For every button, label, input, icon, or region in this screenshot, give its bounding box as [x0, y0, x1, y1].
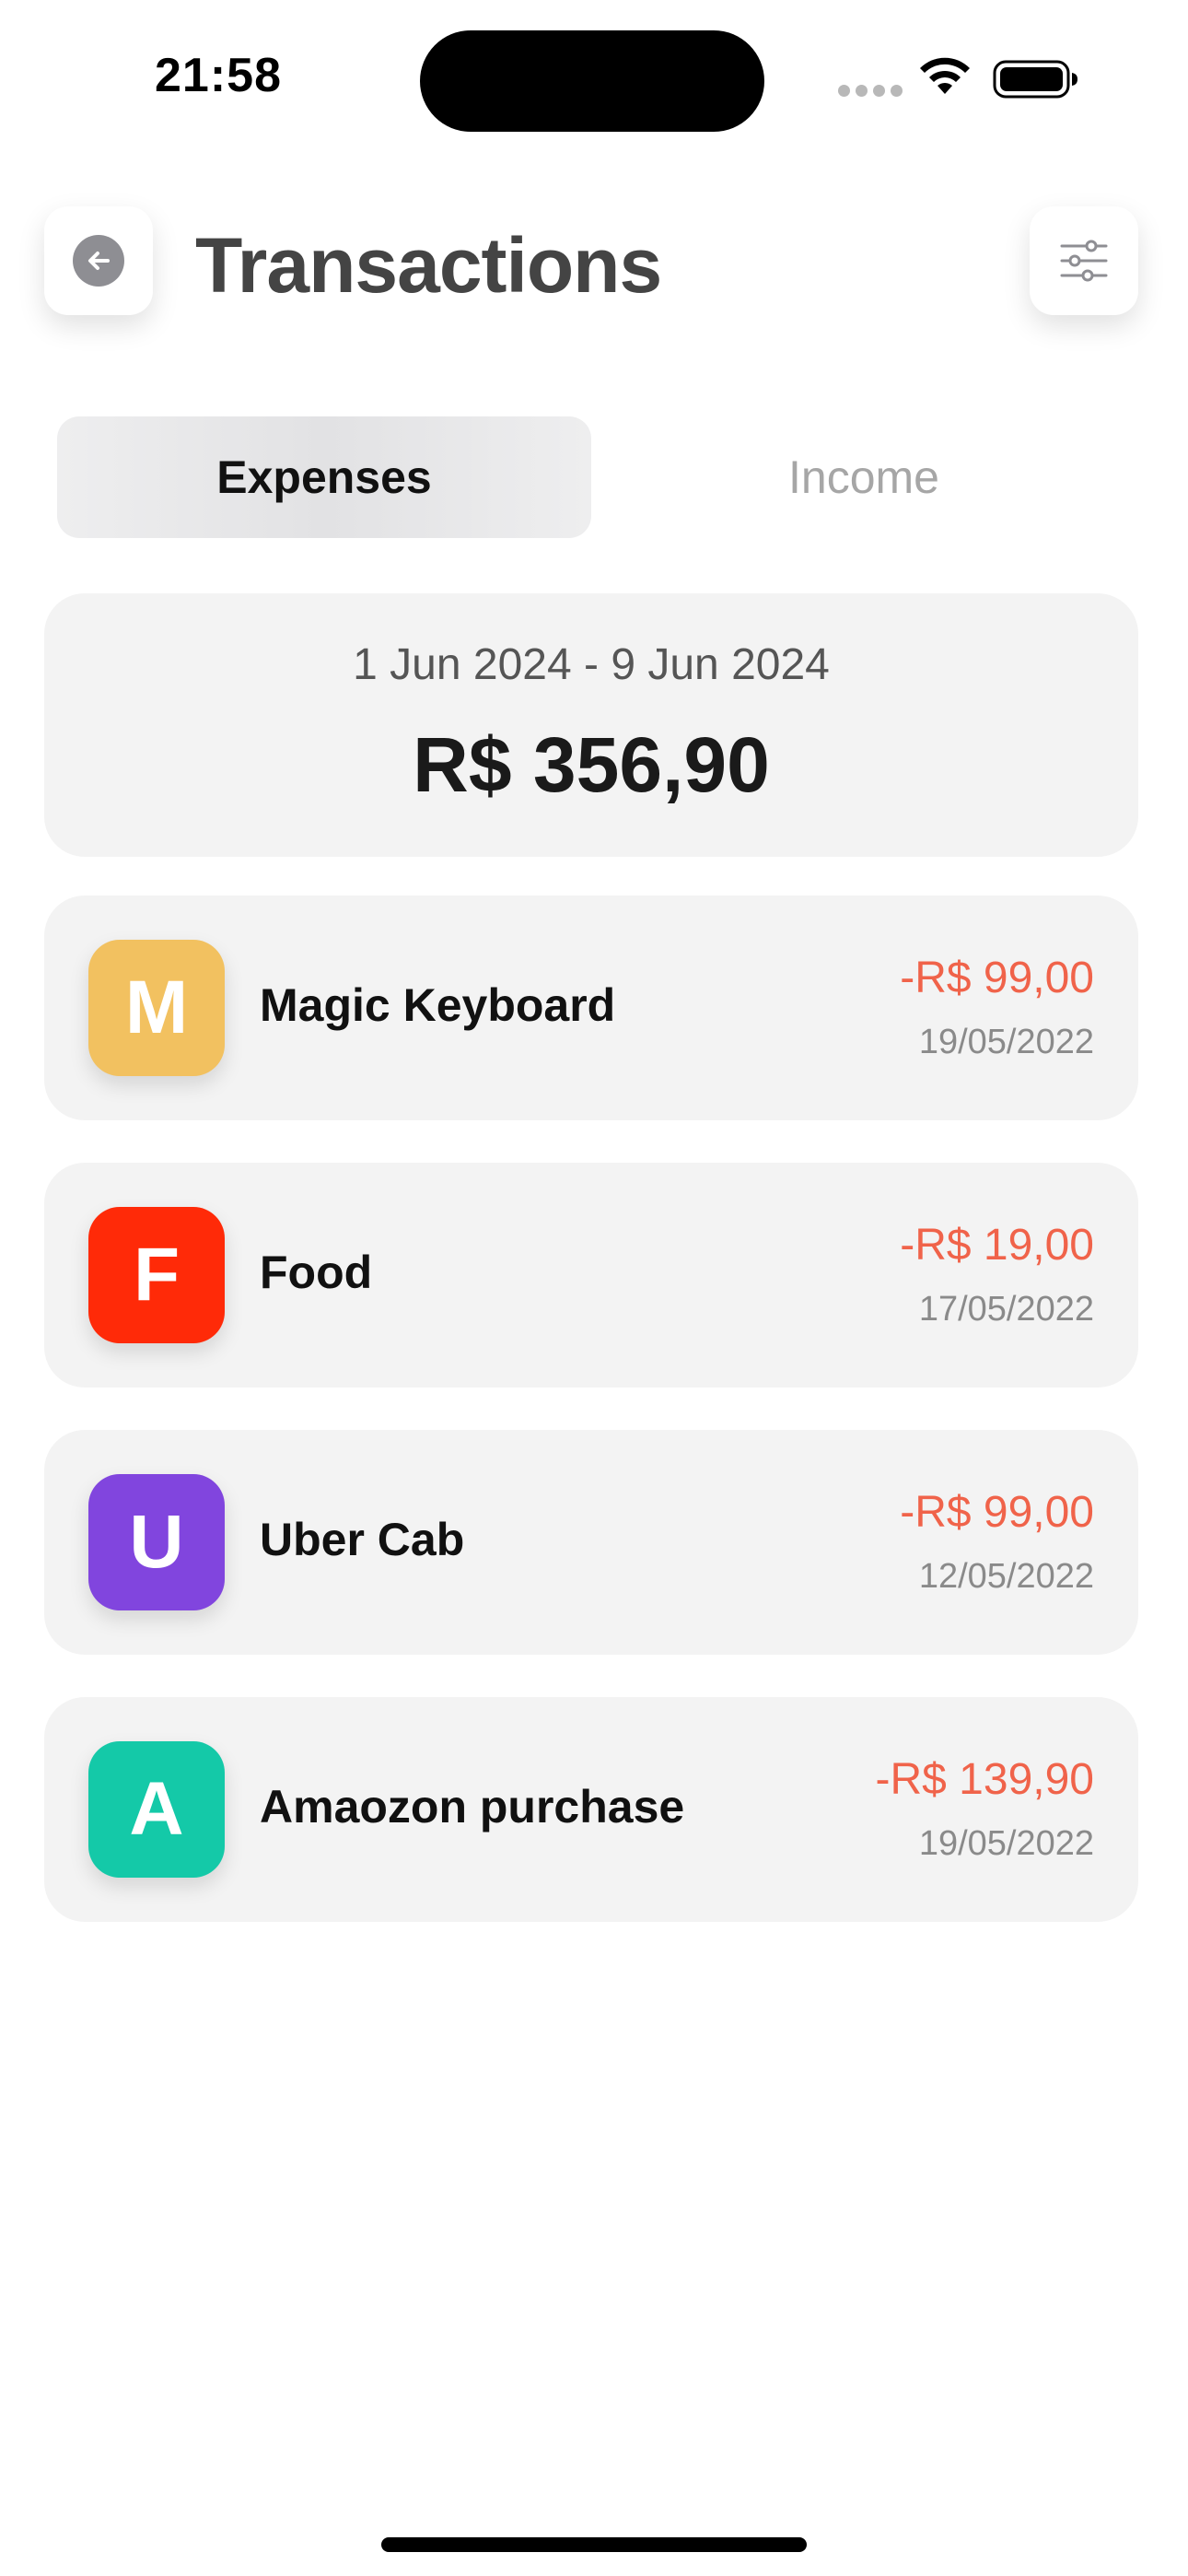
- filter-button[interactable]: [1030, 206, 1138, 315]
- summary-card: 1 Jun 2024 - 9 Jun 2024 R$ 356,90: [44, 593, 1138, 857]
- sliders-icon: [1060, 240, 1108, 282]
- status-bar: 21:58: [0, 0, 1188, 157]
- battery-icon: [993, 60, 1077, 99]
- home-indicator[interactable]: [381, 2537, 807, 2552]
- list-item[interactable]: U Uber Cab -R$ 99,00 12/05/2022: [44, 1430, 1138, 1655]
- tab-income[interactable]: Income: [597, 416, 1131, 538]
- dynamic-island: [420, 30, 764, 132]
- avatar: M: [88, 940, 225, 1076]
- transaction-date: 19/05/2022: [918, 1023, 1094, 1061]
- tab-expenses[interactable]: Expenses: [57, 416, 591, 538]
- transaction-amount: -R$ 99,00: [900, 1488, 1094, 1537]
- transaction-name: Magic Keyboard: [260, 979, 616, 1031]
- segmented-tabs: Expenses Income: [57, 416, 1131, 538]
- transaction-name: Uber Cab: [260, 1514, 465, 1565]
- list-item[interactable]: A Amaozon purchase -R$ 139,90 19/05/2022: [44, 1697, 1138, 1922]
- transaction-name: Amaozon purchase: [260, 1781, 685, 1832]
- signal-dots-icon: [838, 85, 903, 98]
- avatar: F: [88, 1207, 225, 1343]
- list-item[interactable]: F Food -R$ 19,00 17/05/2022: [44, 1163, 1138, 1388]
- arrow-left-circle-icon: [73, 235, 124, 287]
- back-button[interactable]: [44, 206, 153, 315]
- transaction-name: Food: [260, 1247, 373, 1298]
- transaction-amount: -R$ 19,00: [900, 1221, 1094, 1270]
- wifi-icon: [920, 57, 970, 94]
- page-title: Transactions: [195, 222, 662, 309]
- transaction-date: 19/05/2022: [918, 1824, 1094, 1863]
- avatar: A: [88, 1741, 225, 1878]
- transaction-date: 17/05/2022: [918, 1290, 1094, 1329]
- transaction-amount: -R$ 139,90: [875, 1755, 1095, 1804]
- total-amount: R$ 356,90: [413, 721, 770, 808]
- date-range[interactable]: 1 Jun 2024 - 9 Jun 2024: [44, 639, 1138, 690]
- transaction-date: 12/05/2022: [918, 1557, 1094, 1596]
- status-time: 21:58: [155, 49, 282, 102]
- list-item[interactable]: M Magic Keyboard -R$ 99,00 19/05/2022: [44, 896, 1138, 1120]
- transaction-amount: -R$ 99,00: [900, 954, 1094, 1002]
- avatar: U: [88, 1474, 225, 1610]
